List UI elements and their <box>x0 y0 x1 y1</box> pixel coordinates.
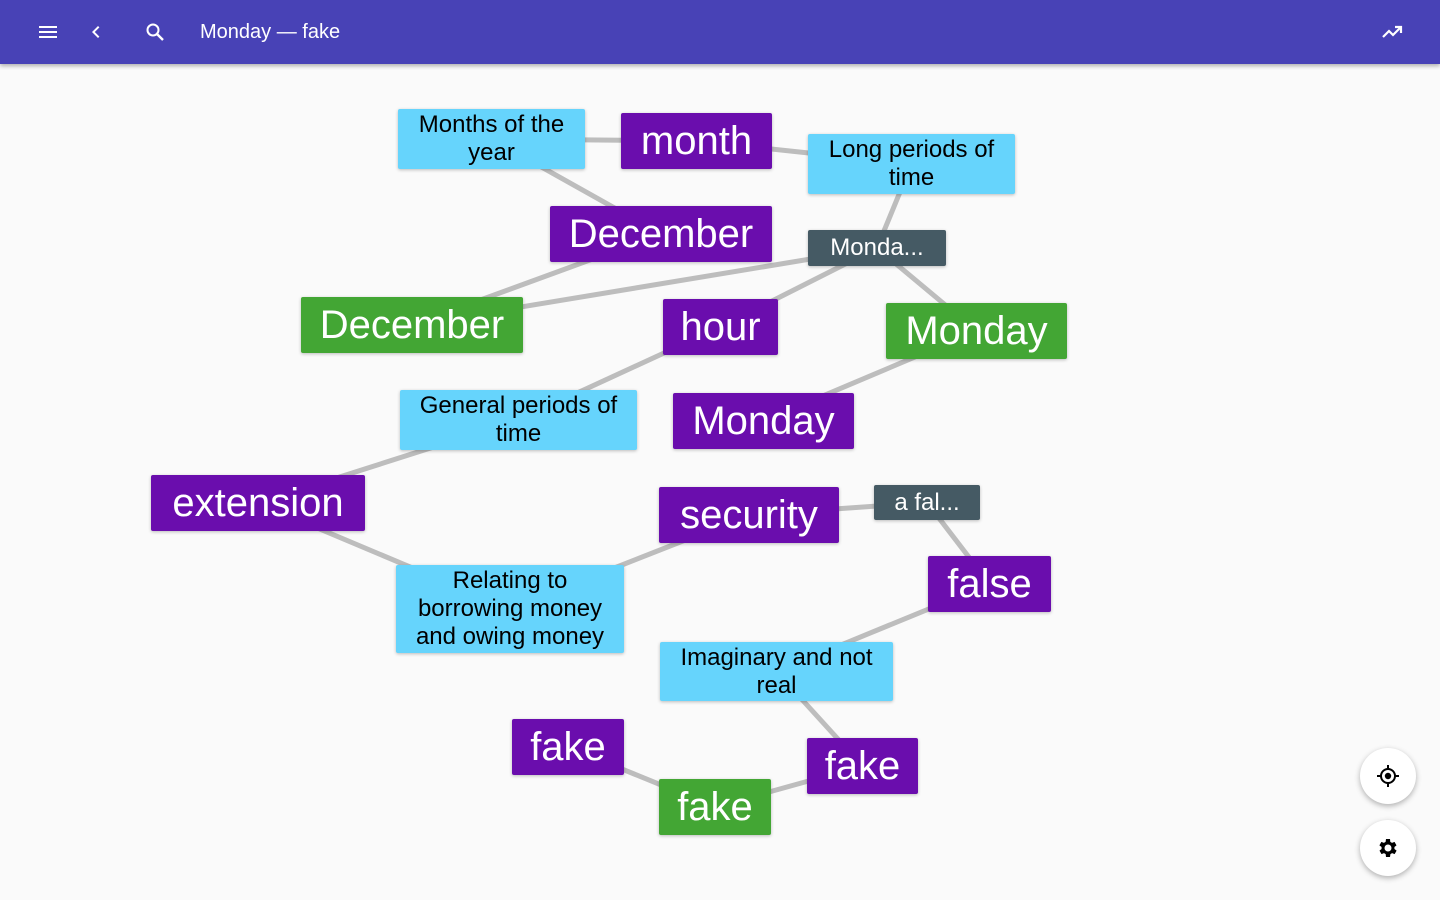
word-security-node[interactable]: security <box>659 487 839 543</box>
app-bar: Monday — fake <box>0 0 1440 64</box>
settings-icon <box>1379 839 1397 857</box>
def-general-node[interactable]: General periods of time <box>400 390 637 450</box>
my-location-icon <box>1377 765 1399 787</box>
word-false-node[interactable]: false <box>928 556 1051 612</box>
word-fake-b-node[interactable]: fake <box>807 738 918 794</box>
def-long-node[interactable]: Long periods of time <box>808 134 1015 194</box>
syn-monday-node[interactable]: Monda... <box>808 230 946 266</box>
page-title: Monday — fake <box>200 21 341 43</box>
def-months-node[interactable]: Months of the year <box>398 109 585 169</box>
word-december-node[interactable]: December <box>550 206 772 262</box>
trending-up-icon[interactable] <box>1372 12 1412 52</box>
root-december-node[interactable]: December <box>301 297 523 353</box>
def-borrow-node[interactable]: Relating to borrowing money and owing mo… <box>396 565 624 653</box>
syn-false-node[interactable]: a fal... <box>874 485 980 520</box>
word-fake-a-node[interactable]: fake <box>512 719 624 775</box>
word-hour-node[interactable]: hour <box>663 299 778 355</box>
menu-icon[interactable] <box>28 12 68 52</box>
root-fake-node[interactable]: fake <box>659 779 771 835</box>
settings-button[interactable] <box>1360 820 1416 876</box>
locate-button[interactable] <box>1360 748 1416 804</box>
word-month-node[interactable]: month <box>621 113 772 169</box>
root-monday-node[interactable]: Monday <box>886 303 1067 359</box>
word-extension-node[interactable]: extension <box>151 475 365 531</box>
chevron-left-icon[interactable] <box>76 12 116 52</box>
search-icon[interactable] <box>135 12 175 52</box>
word-monday-node[interactable]: Monday <box>673 393 854 449</box>
word-graph[interactable]: Months of the year month Long periods of t… <box>0 0 1440 900</box>
def-imaginary-node[interactable]: Imaginary and not real <box>660 642 893 701</box>
